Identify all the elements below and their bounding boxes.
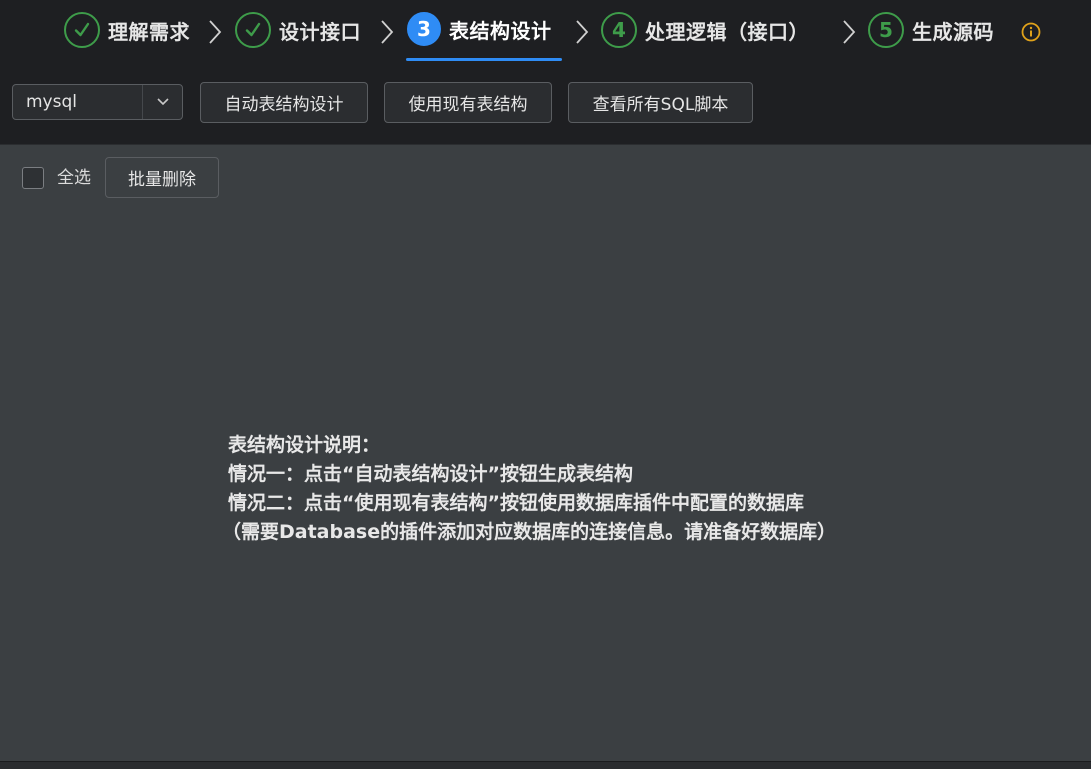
stepper: 理解需求 设计接口 3 表结构设计 4 处理逻辑（接口） 5 生成源码: [0, 0, 1091, 62]
step-design-interface[interactable]: 设计接口: [235, 11, 361, 49]
bottom-border: [0, 761, 1091, 769]
chevron-down-icon[interactable]: [142, 85, 182, 119]
step-3-label: 表结构设计: [449, 18, 552, 43]
step-5-number: 5: [868, 12, 904, 48]
step-processing-logic[interactable]: 4 处理逻辑（接口）: [601, 11, 809, 49]
step-2-label: 设计接口: [279, 19, 361, 44]
step-understand-requirements[interactable]: 理解需求: [64, 11, 190, 49]
table-design-description: 表结构设计说明： 情况一：点击“自动表结构设计”按钮生成表结构 情况二：点击“使…: [222, 431, 1048, 547]
step-1-check-icon: [64, 12, 100, 48]
description-title: 表结构设计说明：: [228, 434, 381, 456]
view-all-sql-button[interactable]: 查看所有SQL脚本: [568, 82, 753, 123]
step-table-design[interactable]: 3 表结构设计: [407, 10, 552, 48]
step-5-label: 生成源码: [912, 19, 994, 44]
step-1-label: 理解需求: [108, 19, 190, 44]
use-existing-tables-button[interactable]: 使用现有表结构: [384, 82, 552, 123]
chevron-right-icon: [381, 20, 394, 44]
step-2-check-icon: [235, 12, 271, 48]
database-type-value: mysql: [26, 92, 77, 112]
description-line-1: 情况一：点击“自动表结构设计”按钮生成表结构: [228, 463, 633, 485]
select-all-label[interactable]: 全选: [57, 167, 91, 189]
info-icon[interactable]: [1021, 22, 1041, 42]
step-generate-source[interactable]: 5 生成源码: [868, 11, 994, 49]
chevron-right-icon: [209, 20, 222, 44]
chevron-right-icon: [843, 20, 856, 44]
select-all-checkbox[interactable]: [22, 167, 44, 189]
top-header: 理解需求 设计接口 3 表结构设计 4 处理逻辑（接口） 5 生成源码 mysq…: [0, 0, 1091, 145]
step-3-number: 3: [407, 12, 441, 46]
description-line-3: （需要Database的插件添加对应数据库的连接信息。请准备好数据库）: [222, 521, 837, 543]
active-step-underline: [406, 58, 562, 61]
database-type-select[interactable]: mysql: [12, 84, 183, 120]
description-line-2: 情况二：点击“使用现有表结构”按钮使用数据库插件中配置的数据库: [228, 492, 804, 514]
step-4-number: 4: [601, 12, 637, 48]
list-actions: 全选 批量删除: [0, 157, 1091, 199]
chevron-right-icon: [576, 20, 589, 44]
step-4-label: 处理逻辑（接口）: [645, 19, 809, 44]
toolbar: mysql 自动表结构设计 使用现有表结构 查看所有SQL脚本: [0, 78, 1091, 128]
batch-delete-button[interactable]: 批量删除: [105, 157, 219, 198]
auto-table-design-button[interactable]: 自动表结构设计: [200, 82, 368, 123]
